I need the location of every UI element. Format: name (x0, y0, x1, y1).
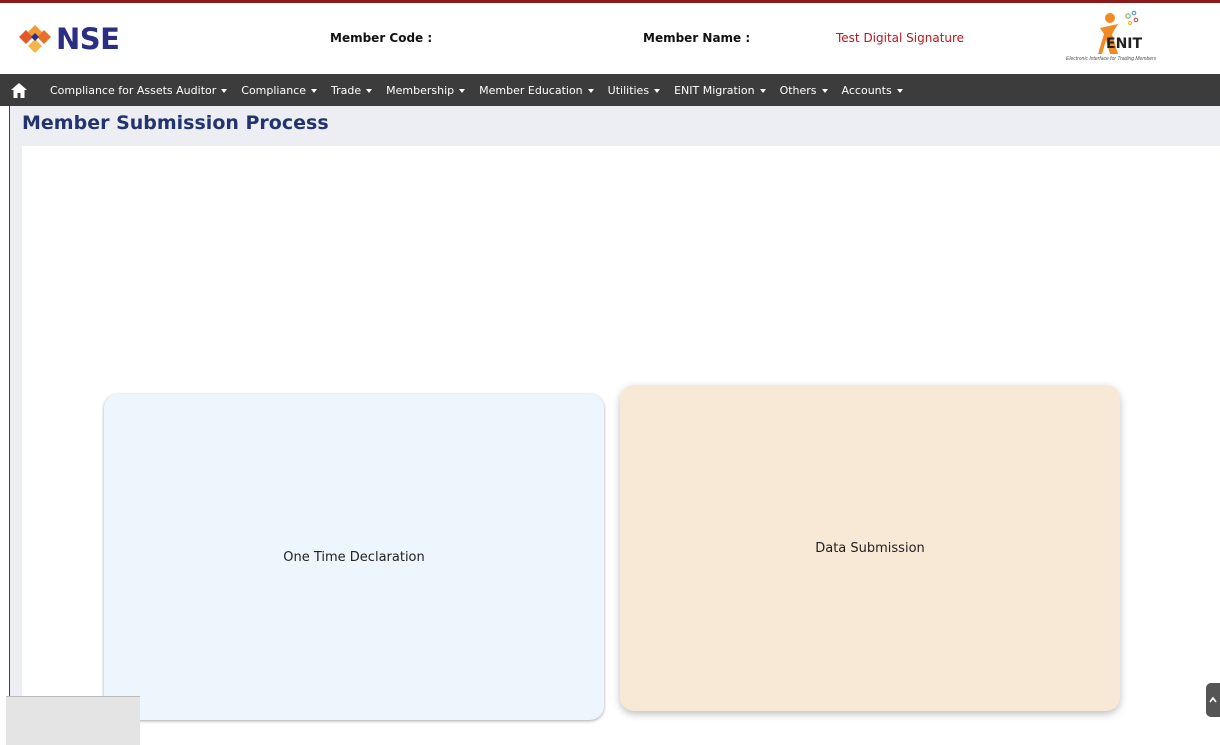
one-time-declaration-card[interactable]: One Time Declaration (104, 394, 604, 720)
member-name-label: Member Name : (643, 31, 751, 45)
nav-item-label: Trade (331, 83, 362, 97)
caret-down-icon (366, 88, 373, 93)
nav-trade[interactable]: Trade (331, 83, 373, 97)
nav-membership[interactable]: Membership (386, 83, 466, 97)
nav-compliance-assets-auditor[interactable]: Compliance for Assets Auditor (50, 83, 228, 97)
page-title: Member Submission Process (22, 112, 329, 134)
nav-item-label: Others (779, 83, 817, 97)
member-name-value: Test Digital Signature (836, 31, 965, 45)
caret-down-icon (587, 88, 594, 93)
caret-down-icon (221, 88, 228, 93)
nav-others[interactable]: Others (780, 84, 828, 97)
nav-item-label: Member Education (479, 83, 583, 97)
enit-logo: ENIT Electronic Interface for Trading Me… (1066, 10, 1176, 66)
caret-down-icon (459, 88, 466, 93)
left-border (9, 106, 10, 696)
nse-emblem-icon (19, 25, 51, 53)
nav-accounts[interactable]: Accounts (842, 84, 903, 97)
caret-down-icon (896, 88, 903, 93)
data-submission-card[interactable]: Data Submission (620, 385, 1120, 711)
enit-tagline: Electronic Interface for Trading Members (1066, 56, 1157, 62)
nse-logo-text: NSE (56, 21, 120, 56)
header: NSE Member Code : Member Name : Test Dig… (0, 3, 1220, 74)
caret-down-icon (311, 88, 318, 93)
nse-logo[interactable]: NSE (18, 21, 120, 56)
chevron-up-icon (1209, 696, 1217, 703)
scroll-to-top-button[interactable] (1206, 683, 1220, 717)
card-label: One Time Declaration (283, 549, 425, 565)
nav-item-label: Membership (386, 83, 455, 97)
caret-down-icon (759, 88, 766, 93)
caret-down-icon (654, 88, 661, 93)
home-button[interactable] (0, 74, 38, 106)
nav-item-label: Compliance (241, 83, 307, 97)
nav-item-label: Utilities (607, 83, 650, 97)
bottom-left-overlay (6, 696, 140, 745)
card-label: Data Submission (815, 540, 925, 556)
nav-enit-migration[interactable]: ENIT Migration (674, 84, 766, 97)
main-navbar: Compliance for Assets Auditor Compliance… (0, 74, 1220, 106)
nav-utilities[interactable]: Utilities (607, 83, 661, 97)
nav-member-education[interactable]: Member Education (479, 84, 594, 97)
nav-item-label: ENIT Migration (674, 83, 755, 97)
nav-compliance[interactable]: Compliance (241, 83, 318, 97)
enit-logo-text: ENIT (1106, 36, 1143, 52)
home-icon (11, 82, 27, 98)
member-code-label: Member Code : (330, 31, 433, 45)
nav-item-label: Compliance for Assets Auditor (50, 83, 217, 97)
caret-down-icon (821, 88, 828, 93)
nav-item-label: Accounts (841, 83, 892, 97)
